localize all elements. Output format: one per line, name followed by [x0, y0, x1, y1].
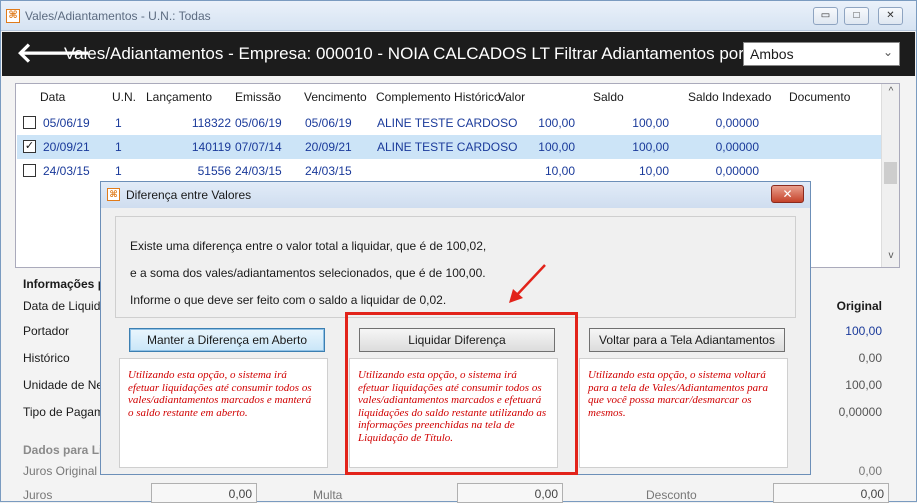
page-title: Vales/Adiantamentos - Empresa: 000010 - … — [64, 44, 550, 63]
original-value-juros: 0,00 — [858, 351, 882, 365]
keep-difference-description: Utilizando esta opção, o sistema irá efe… — [119, 358, 328, 468]
original-value-indexado: 0,00000 — [838, 405, 882, 419]
back-description: Utilizando esta opção, o sistema voltará… — [579, 358, 788, 468]
cell-un: 1 — [115, 116, 122, 130]
title-bar: ⌘ Vales/Adiantamentos - U.N.: Todas ▭ □ … — [1, 1, 916, 31]
label-portador: Portador — [23, 324, 70, 338]
cell-saldo-indexado: 0,00000 — [715, 140, 759, 154]
close-button[interactable]: ✕ — [878, 7, 903, 25]
filter-select[interactable]: Ambos ⌄ — [743, 42, 900, 66]
cell-historico: ALINE TESTE CARDOSO — [377, 140, 518, 154]
cell-valor: 100,00 — [538, 140, 575, 154]
cell-saldo: 10,00 — [638, 164, 669, 178]
cell-lancamento: 118322 — [191, 116, 231, 130]
cell-data: 05/06/19 — [43, 116, 90, 130]
keep-difference-button[interactable]: Manter a Diferença em Aberto — [129, 328, 325, 352]
col-header-saldo[interactable]: Saldo — [593, 90, 624, 104]
cell-emissao: 24/03/15 — [235, 164, 282, 178]
cell-vencimento: 24/03/15 — [305, 164, 352, 178]
col-header-vencimento[interactable]: Vencimento — [304, 90, 367, 104]
col-header-historico[interactable]: Complemento Histórico — [376, 90, 501, 104]
row-checkbox[interactable]: ✓ — [23, 140, 36, 153]
cell-valor: 10,00 — [544, 164, 575, 178]
col-header-data[interactable]: Data — [40, 90, 65, 104]
juros-field[interactable]: 0,00 — [151, 483, 257, 503]
cell-vencimento: 05/06/19 — [305, 116, 352, 130]
cell-data: 24/03/15 — [43, 164, 90, 178]
highlight-box — [345, 312, 578, 475]
table-row[interactable]: ✓ 20/09/21 1 140119 07/07/14 20/09/21 AL… — [17, 135, 881, 159]
chevron-down-icon[interactable]: v — [882, 250, 900, 261]
row-checkbox[interactable] — [23, 116, 36, 129]
app-logo-icon: ⌘ — [6, 9, 20, 23]
label-juros-original: Juros Original — [23, 464, 98, 478]
cell-un: 1 — [115, 140, 122, 154]
grid-scrollbar[interactable]: ^ v — [881, 84, 899, 267]
original-value-saldo: 100,00 — [845, 378, 882, 392]
page-header: 🡐 Vales/Adiantamentos - Empresa: 000010 … — [2, 32, 915, 76]
filter-label: Filtrar Adiantamentos por — [554, 44, 744, 63]
cell-saldo-indexado: 0,00000 — [715, 164, 759, 178]
cell-saldo: 100,00 — [632, 140, 669, 154]
dialog-title: Diferença entre Valores — [126, 188, 252, 202]
message-line: Informe o que deve ser feito com o saldo… — [130, 293, 447, 307]
table-row[interactable]: 24/03/15 1 51556 24/03/15 24/03/15 10,00… — [17, 159, 881, 183]
cell-saldo-indexado: 0,00000 — [715, 116, 759, 130]
filter-value: Ambos — [750, 46, 794, 62]
cell-lancamento: 51556 — [197, 164, 231, 178]
label-multa: Multa — [313, 488, 343, 502]
dialog-close-button[interactable]: ✕ — [771, 185, 804, 203]
message-box: Existe uma diferença entre o valor total… — [115, 216, 796, 318]
table-row[interactable]: 05/06/19 1 118322 05/06/19 05/06/19 ALIN… — [17, 111, 881, 135]
app-logo-icon: ⌘ — [107, 188, 120, 201]
original-value-total: 100,00 — [845, 324, 882, 338]
main-window: ⌘ Vales/Adiantamentos - U.N.: Todas ▭ □ … — [0, 0, 917, 503]
multa-field[interactable]: 0,00 — [457, 483, 563, 503]
cell-valor: 100,00 — [538, 116, 575, 130]
minimize-button[interactable]: ▭ — [813, 7, 838, 25]
col-header-documento[interactable]: Documento — [789, 90, 850, 104]
col-header-valor[interactable]: Valor — [498, 90, 525, 104]
message-line: e a soma dos vales/adiantamentos selecio… — [130, 266, 486, 280]
cell-vencimento: 20/09/21 — [305, 140, 352, 154]
red-arrow-icon — [509, 264, 546, 303]
label-juros: Juros — [23, 488, 53, 502]
cell-historico: ALINE TESTE CARDOSO — [377, 116, 518, 130]
desconto-field[interactable]: 0,00 — [773, 483, 889, 503]
cell-lancamento: 140119 — [191, 140, 231, 154]
dados-section-title: Dados para Li — [23, 443, 103, 457]
cell-emissao: 05/06/19 — [235, 116, 282, 130]
cell-data: 20/09/21 — [43, 140, 90, 154]
back-to-advances-button[interactable]: Voltar para a Tela Adiantamentos — [589, 328, 785, 352]
window-title: Vales/Adiantamentos - U.N.: Todas — [25, 9, 211, 23]
scroll-thumb[interactable] — [884, 162, 897, 184]
label-desconto: Desconto — [646, 488, 697, 502]
cell-un: 1 — [115, 164, 122, 178]
chevron-down-icon: ⌄ — [882, 45, 893, 59]
message-line: Existe uma diferença entre o valor total… — [130, 239, 487, 253]
col-header-lancamento[interactable]: Lançamento — [146, 90, 212, 104]
col-header-emissao[interactable]: Emissão — [235, 90, 281, 104]
info-section-title: Informações p — [23, 277, 106, 291]
col-header-saldo-indexado[interactable]: Saldo Indexado — [688, 90, 771, 104]
chevron-up-icon[interactable]: ^ — [882, 86, 900, 97]
juros-original-value: 0,00 — [858, 464, 882, 478]
original-header: Original — [836, 299, 882, 313]
label-historico: Histórico — [23, 351, 70, 365]
col-header-un[interactable]: U.N. — [112, 90, 136, 104]
cell-saldo: 100,00 — [632, 116, 669, 130]
cell-emissao: 07/07/14 — [235, 140, 282, 154]
maximize-button[interactable]: □ — [844, 7, 869, 25]
row-checkbox[interactable] — [23, 164, 36, 177]
dialog-title-bar: ⌘ Diferença entre Valores ✕ — [101, 182, 810, 208]
